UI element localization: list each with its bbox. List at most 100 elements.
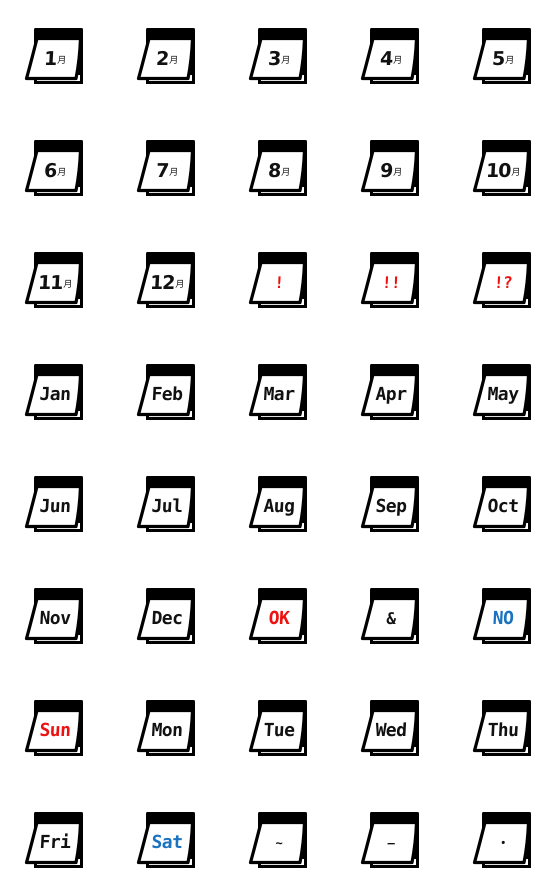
sticker-thu[interactable]: Thu: [448, 672, 560, 784]
sticker-9[interactable]: 9月: [336, 112, 448, 224]
sticker-dot[interactable]: ・: [448, 784, 560, 896]
label-text: !?: [493, 273, 513, 292]
label-text: Mar: [262, 384, 296, 405]
sticker-4[interactable]: 4月: [336, 0, 448, 112]
sticker-mon[interactable]: Mon: [112, 672, 224, 784]
calendar-header-band: [146, 252, 195, 262]
label-text: May: [486, 384, 520, 405]
sticker-interrobang[interactable]: !?: [448, 224, 560, 336]
calendar-header-band: [34, 476, 83, 486]
sticker-exclaim[interactable]: !: [224, 224, 336, 336]
calendar-header-band: [370, 252, 419, 262]
calendar-label: ~: [255, 830, 302, 856]
label-text: NO: [492, 608, 514, 629]
sticker-nov[interactable]: Nov: [0, 560, 112, 672]
label-text: Tue: [262, 720, 296, 741]
calendar-label: Sep: [367, 494, 414, 520]
calendar-header-band: [370, 812, 419, 822]
calendar-label: Feb: [143, 382, 190, 408]
calendar-header-band: [146, 140, 195, 150]
calendar-sticker-grid: 1 月 2 月 3 月 4 月 5 月 6 月 7 月 8 月 9 月 10 月 11 月 12 月!!!!? Jan Feb Ma…: [0, 0, 560, 896]
calendar-header-band: [482, 140, 531, 150]
sticker-jan[interactable]: Jan: [0, 336, 112, 448]
calendar-label: !!: [367, 270, 414, 296]
month-number: 5: [491, 47, 505, 70]
label-text: Jun: [38, 496, 72, 517]
calendar-header-band: [258, 140, 307, 150]
sticker-sep[interactable]: Sep: [336, 448, 448, 560]
calendar-label: OK: [255, 606, 302, 632]
month-unit: 月: [511, 168, 521, 178]
calendar-header-band: [258, 700, 307, 710]
calendar-header-band: [34, 28, 83, 38]
calendar-label: Nov: [31, 606, 78, 632]
label-text: Mon: [150, 720, 184, 741]
sticker-ampersand[interactable]: &: [336, 560, 448, 672]
label-text: Sat: [150, 832, 184, 853]
sticker-feb[interactable]: Feb: [112, 336, 224, 448]
sticker-12[interactable]: 12 月: [112, 224, 224, 336]
sticker-dec[interactable]: Dec: [112, 560, 224, 672]
sticker-apr[interactable]: Apr: [336, 336, 448, 448]
sticker-6[interactable]: 6月: [0, 112, 112, 224]
calendar-label: 4月: [367, 46, 414, 72]
sticker-11[interactable]: 11 月: [0, 224, 112, 336]
calendar-label: !: [255, 270, 302, 296]
calendar-label: Thu: [479, 718, 526, 744]
month-unit: 月: [56, 168, 67, 178]
month-number: 10: [485, 159, 512, 182]
calendar-header-band: [146, 364, 195, 374]
label-text: Aug: [262, 496, 296, 517]
label-text: —: [387, 836, 395, 850]
label-text: Nov: [38, 608, 72, 629]
month-unit: 月: [392, 56, 403, 66]
calendar-label: —: [367, 830, 414, 856]
calendar-label: 1月: [31, 46, 78, 72]
sticker-2[interactable]: 2月: [112, 0, 224, 112]
sticker-jun[interactable]: Jun: [0, 448, 112, 560]
month-unit: 月: [280, 56, 291, 66]
sticker-dash[interactable]: —: [336, 784, 448, 896]
month-unit: 月: [175, 280, 185, 290]
sticker-tilde[interactable]: ~: [224, 784, 336, 896]
calendar-header-band: [482, 700, 531, 710]
sticker-1[interactable]: 1月: [0, 0, 112, 112]
sticker-jul[interactable]: Jul: [112, 448, 224, 560]
sticker-5[interactable]: 5月: [448, 0, 560, 112]
sticker-sat[interactable]: Sat: [112, 784, 224, 896]
sticker-no[interactable]: NO: [448, 560, 560, 672]
calendar-label: 10 月: [479, 158, 526, 184]
label-text: Thu: [486, 720, 520, 741]
sticker-double-exclaim[interactable]: !!: [336, 224, 448, 336]
sticker-8[interactable]: 8月: [224, 112, 336, 224]
label-text: OK: [268, 608, 290, 629]
label-text: Jul: [150, 496, 184, 517]
sticker-7[interactable]: 7月: [112, 112, 224, 224]
sticker-mar[interactable]: Mar: [224, 336, 336, 448]
month-unit: 月: [168, 168, 179, 178]
calendar-label: 9月: [367, 158, 414, 184]
calendar-label: Jan: [31, 382, 78, 408]
sticker-sun[interactable]: Sun: [0, 672, 112, 784]
month-unit: 月: [504, 56, 515, 66]
calendar-label: ・: [479, 830, 526, 856]
calendar-label: Wed: [367, 718, 414, 744]
calendar-header-band: [258, 588, 307, 598]
sticker-aug[interactable]: Aug: [224, 448, 336, 560]
sticker-3[interactable]: 3月: [224, 0, 336, 112]
sticker-fri[interactable]: Fri: [0, 784, 112, 896]
sticker-10[interactable]: 10 月: [448, 112, 560, 224]
sticker-wed[interactable]: Wed: [336, 672, 448, 784]
sticker-may[interactable]: May: [448, 336, 560, 448]
sticker-tue[interactable]: Tue: [224, 672, 336, 784]
calendar-header-band: [370, 476, 419, 486]
sticker-ok[interactable]: OK: [224, 560, 336, 672]
sticker-oct[interactable]: Oct: [448, 448, 560, 560]
month-number: 9: [379, 159, 393, 182]
label-text: !!: [381, 273, 401, 292]
calendar-label: Jun: [31, 494, 78, 520]
calendar-label: !?: [479, 270, 526, 296]
month-number: 3: [267, 47, 281, 70]
calendar-header-band: [258, 364, 307, 374]
month-number: 2: [155, 47, 169, 70]
